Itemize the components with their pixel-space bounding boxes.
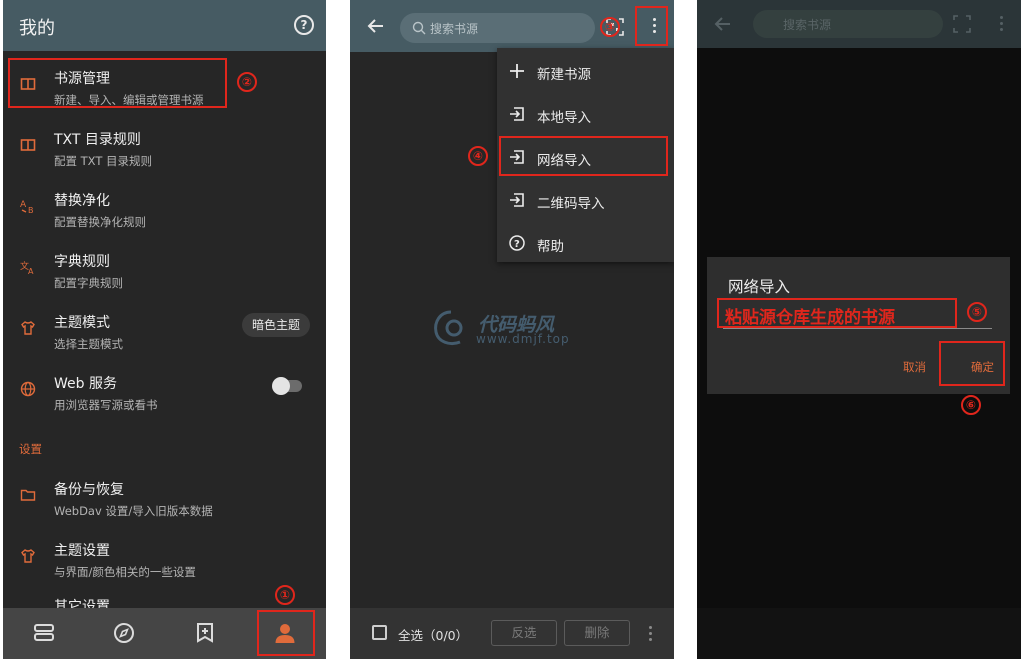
- top-app-bar: 搜索书源: [350, 0, 674, 52]
- import-icon: [509, 192, 525, 208]
- replace-icon: AB: [20, 198, 36, 215]
- book-icon: [20, 137, 36, 153]
- pref-txt-toc-rule[interactable]: TXT 目录规则 配置 TXT 目录规则: [3, 118, 326, 179]
- svg-text:A: A: [28, 267, 34, 275]
- cancel-button[interactable]: 取消: [903, 359, 926, 375]
- annotation-number: ①: [275, 585, 295, 605]
- shirt-icon: [20, 320, 36, 336]
- pref-title: 字典规则: [54, 254, 110, 270]
- dialog-title: 网络导入: [728, 278, 791, 296]
- pref-summary: 与界面/颜色相关的一些设置: [54, 565, 196, 579]
- pref-theme-settings[interactable]: 主题设置 与界面/颜色相关的一些设置: [3, 529, 326, 590]
- annotation-number: ⑤: [967, 302, 987, 322]
- menu-item-label: 新建书源: [537, 67, 591, 83]
- svg-text:A: A: [20, 200, 27, 210]
- help-icon[interactable]: ?: [294, 15, 314, 35]
- top-app-bar-dimmed: 搜索书源: [697, 0, 1021, 48]
- shirt-icon: [20, 548, 36, 564]
- svg-text:?: ?: [514, 239, 520, 250]
- annotation-number: ⑥: [961, 395, 981, 415]
- svg-text:B: B: [28, 206, 34, 214]
- watermark-logo: [434, 310, 463, 346]
- section-title-settings: 设置: [19, 442, 42, 456]
- bookshelf-icon[interactable]: [31, 620, 57, 646]
- pref-backup-restore[interactable]: 备份与恢复 WebDav 设置/导入旧版本数据: [3, 468, 326, 529]
- annotation-number: ③: [600, 17, 620, 37]
- annotation-box: [635, 6, 668, 46]
- search-input[interactable]: 搜索书源: [400, 13, 595, 43]
- more-vert-icon: [999, 15, 1003, 33]
- invert-selection-button[interactable]: 反选: [491, 620, 557, 646]
- selection-bar: 全选（0/0） 反选 删除: [350, 608, 674, 659]
- menu-item-label: 二维码导入: [537, 196, 605, 212]
- menu-item-local-import[interactable]: 本地导入: [497, 93, 674, 136]
- back-arrow-icon[interactable]: [366, 16, 386, 36]
- bottom-bar-dimmed: [697, 608, 1021, 659]
- back-arrow-icon: [713, 14, 733, 34]
- annotation-box: [939, 341, 1005, 386]
- pref-title: 备份与恢复: [54, 482, 124, 498]
- book-source-screen: 搜索书源 新建书源 本地导入 网络导入 二维码导入 ? 帮助 代码蚂风 www.…: [350, 0, 674, 659]
- menu-item-label: 本地导入: [537, 110, 591, 126]
- pref-title: 主题设置: [54, 543, 110, 559]
- search-input: 搜索书源: [753, 10, 943, 38]
- pref-summary: 配置替换净化规则: [54, 215, 146, 229]
- pref-summary: 配置 TXT 目录规则: [54, 154, 153, 168]
- pref-replace-rule[interactable]: AB 替换净化 配置替换净化规则: [3, 179, 326, 240]
- more-vert-icon[interactable]: [648, 625, 652, 643]
- annotation-box: [257, 610, 315, 656]
- my-screen: 我的 ? 书源管理 新建、导入、编辑或管理书源 TXT 目录规则 配置 TXT …: [3, 0, 326, 659]
- menu-item-label: 帮助: [537, 239, 564, 255]
- qr-scan-icon: [953, 15, 971, 33]
- top-app-bar: 我的 ?: [3, 0, 326, 51]
- pref-title: TXT 目录规则: [54, 132, 141, 148]
- menu-item-new-source[interactable]: 新建书源: [497, 50, 674, 93]
- network-import-screen: 搜索书源 网络导入 粘贴源仓库生成的书源 取消 确定 ⑤ ⑥: [697, 0, 1021, 659]
- annotation-box: [717, 298, 957, 328]
- menu-item-help[interactable]: ? 帮助: [497, 222, 674, 265]
- help-icon: ?: [509, 235, 525, 251]
- pref-summary: 配置字典规则: [54, 276, 123, 290]
- delete-button[interactable]: 删除: [564, 620, 630, 646]
- globe-icon: [20, 381, 36, 397]
- import-icon: [509, 106, 525, 122]
- pref-summary: WebDav 设置/导入旧版本数据: [54, 504, 213, 518]
- pref-title: 主题模式: [54, 315, 110, 331]
- pref-dict-rule[interactable]: 文A 字典规则 配置字典规则: [3, 240, 326, 301]
- pref-summary: 选择主题模式: [54, 337, 123, 351]
- search-icon: [412, 20, 426, 35]
- folder-icon: [20, 487, 36, 503]
- input-underline: [723, 328, 992, 329]
- pref-summary: 用浏览器写源或看书: [54, 398, 158, 412]
- theme-mode-chip[interactable]: 暗色主题: [241, 313, 310, 337]
- watermark-url: www.dmjf.top: [476, 332, 570, 346]
- rss-icon[interactable]: [192, 620, 218, 646]
- annotation-box: [8, 58, 227, 108]
- select-all-label: 全选（0/0）: [398, 628, 469, 643]
- plus-icon: [509, 63, 525, 79]
- explore-icon[interactable]: [111, 620, 137, 646]
- page-title: 我的: [19, 18, 55, 39]
- menu-item-qr-import[interactable]: 二维码导入: [497, 179, 674, 222]
- pref-title: 替换净化: [54, 193, 110, 209]
- switch-knob: [272, 377, 290, 395]
- web-service-switch[interactable]: [272, 377, 302, 395]
- annotation-box: [499, 136, 668, 176]
- select-all-checkbox[interactable]: [372, 625, 387, 640]
- annotation-number: ②: [237, 72, 257, 92]
- translate-icon: 文A: [20, 259, 36, 276]
- search-placeholder: 搜索书源: [783, 18, 832, 32]
- search-placeholder: 搜索书源: [430, 22, 479, 36]
- watermark: 代码蚂风 www.dmjf.top: [430, 308, 600, 348]
- annotation-number: ④: [468, 146, 488, 166]
- pref-title: Web 服务: [54, 376, 117, 392]
